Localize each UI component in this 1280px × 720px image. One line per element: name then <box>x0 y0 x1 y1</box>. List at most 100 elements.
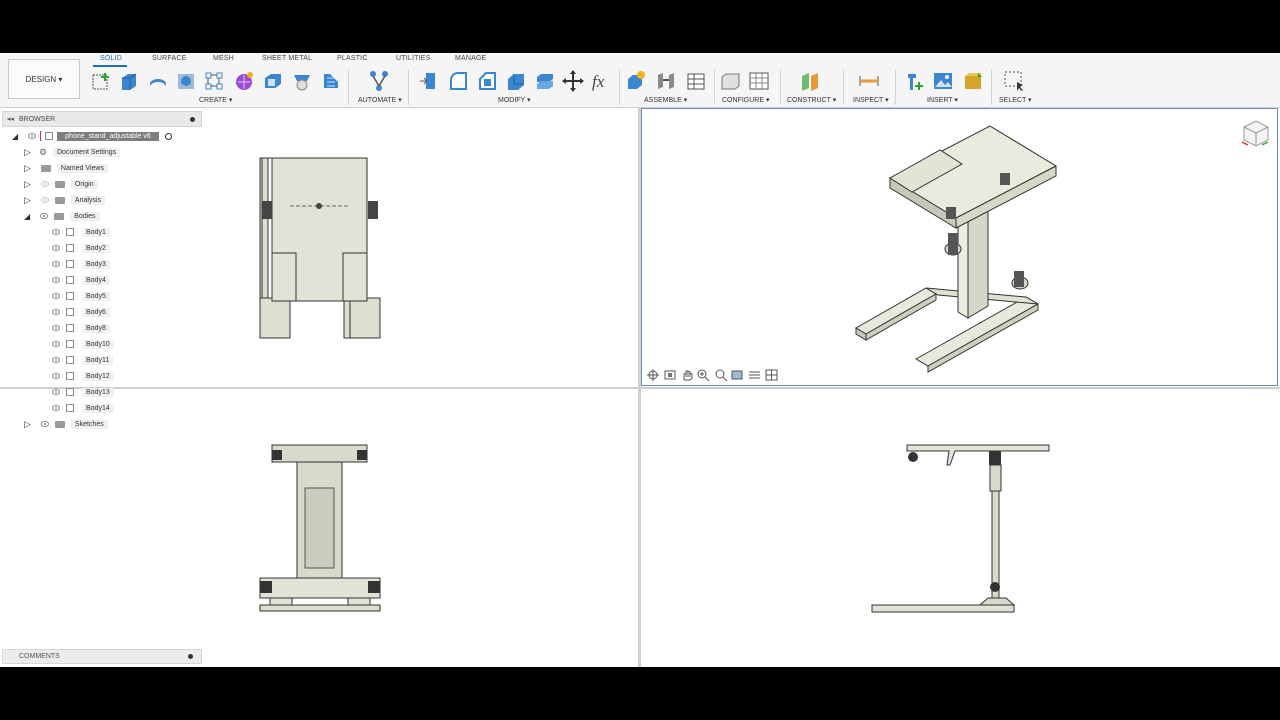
browser-item-analysis[interactable]: ▷ Analysis <box>24 193 105 207</box>
joint-icon[interactable] <box>655 70 677 92</box>
viewports-icon[interactable] <box>765 368 779 381</box>
tab-surface[interactable]: SURFACE <box>152 55 186 62</box>
browser-header[interactable]: ◂◂ BROWSER <box>2 111 202 127</box>
tab-plastic[interactable]: PLASTIC <box>337 55 368 62</box>
browser-item-origin[interactable]: ▷ Origin <box>24 177 98 191</box>
visibility-eye-icon[interactable] <box>52 293 60 299</box>
grid-settings-icon[interactable] <box>748 368 762 380</box>
extrude-icon[interactable] <box>118 70 140 92</box>
visibility-eye-icon[interactable] <box>52 261 60 267</box>
expand-triangle-icon[interactable]: ▷ <box>24 163 31 174</box>
viewport-front-view[interactable] <box>240 433 410 623</box>
visibility-eye-icon[interactable] <box>52 229 60 235</box>
viewcube-icon[interactable] <box>1240 118 1270 148</box>
visibility-eye-icon[interactable] <box>40 181 49 187</box>
expand-triangle-icon[interactable]: ▷ <box>24 419 31 430</box>
as-built-joint-icon[interactable] <box>684 70 706 92</box>
insert-group-label[interactable]: INSERT ▾ <box>927 96 958 104</box>
expand-triangle-icon[interactable]: ◢ <box>12 132 18 141</box>
expand-triangle-icon[interactable]: ▷ <box>24 179 31 190</box>
visibility-eye-icon[interactable] <box>52 341 60 347</box>
visibility-eye-icon[interactable] <box>52 277 60 283</box>
construct-group-label[interactable]: CONSTRUCT ▾ <box>787 96 836 104</box>
visibility-eye-icon[interactable] <box>52 357 60 363</box>
hole-icon[interactable] <box>175 70 197 92</box>
modify-group-label[interactable]: MODIFY ▾ <box>498 96 531 104</box>
fillet-modify-icon[interactable] <box>447 70 469 92</box>
activate-radio-icon[interactable] <box>164 132 172 140</box>
inspect-group-label[interactable]: INSPECT ▾ <box>853 96 889 104</box>
tab-utilities[interactable]: UTILITIES <box>396 55 430 62</box>
viewport-top-view[interactable] <box>240 143 410 343</box>
visibility-eye-icon[interactable] <box>52 373 60 379</box>
browser-item-bodies[interactable]: ◢ Bodies <box>24 209 100 223</box>
visibility-eye-icon[interactable] <box>40 421 49 427</box>
visibility-eye-icon[interactable] <box>40 197 49 203</box>
visibility-eye-icon[interactable] <box>52 245 60 251</box>
create-group-label[interactable]: CREATE ▾ <box>199 96 232 104</box>
insert-derive-icon[interactable] <box>904 70 926 92</box>
visibility-eye-icon[interactable] <box>52 309 60 315</box>
insert-mcmaster-icon[interactable] <box>962 70 984 92</box>
viewport-iso-view[interactable] <box>850 123 1070 383</box>
visibility-eye-icon[interactable] <box>52 325 60 331</box>
offset-plane-icon[interactable] <box>799 70 821 92</box>
tab-solid[interactable]: SOLID <box>100 55 122 62</box>
browser-item-named-views[interactable]: ▷ Named Views <box>24 161 108 175</box>
shell-modify-icon[interactable] <box>505 70 527 92</box>
assemble-group-label[interactable]: ASSEMBLE ▾ <box>644 96 687 104</box>
insert-canvas-icon[interactable] <box>932 70 954 92</box>
browser-item-document-settings[interactable]: ▷ ⚙ Document Settings <box>24 145 121 159</box>
select-icon[interactable] <box>1003 70 1025 92</box>
configure-table-icon[interactable] <box>748 70 770 92</box>
workspace-switcher[interactable]: DESIGN ▾ <box>8 59 80 99</box>
automate-group-label[interactable]: AUTOMATE ▾ <box>358 96 402 104</box>
revolve-icon[interactable] <box>147 70 169 92</box>
pattern-icon[interactable] <box>203 70 225 92</box>
orbit-icon[interactable] <box>646 368 660 381</box>
tab-manage[interactable]: MANAGE <box>455 55 487 62</box>
configure-group-label[interactable]: CONFIGURE ▾ <box>722 96 769 104</box>
tab-sheet-metal[interactable]: SHEET METAL <box>262 55 312 62</box>
browser-root-item[interactable]: ◢ phone_stand_adjustable v6 <box>12 129 172 143</box>
automate-icon[interactable] <box>368 70 390 92</box>
body-item[interactable]: Body12 <box>52 369 114 383</box>
visibility-eye-icon[interactable] <box>28 133 37 139</box>
zoom-icon[interactable] <box>697 368 711 382</box>
chamfer-icon[interactable] <box>476 70 498 92</box>
press-pull-modify-icon[interactable] <box>418 70 440 92</box>
new-component-icon[interactable] <box>625 70 647 92</box>
measure-icon[interactable] <box>858 70 880 92</box>
visibility-eye-icon[interactable] <box>40 213 49 219</box>
tab-mesh[interactable]: MESH <box>213 55 234 62</box>
body-item[interactable]: Body1 <box>52 225 110 239</box>
visibility-eye-icon[interactable] <box>52 389 60 395</box>
body-item[interactable]: Body11 <box>52 353 114 367</box>
comments-panel[interactable]: COMMENTS <box>2 649 202 664</box>
look-at-icon[interactable] <box>663 368 677 380</box>
browser-item-sketches[interactable]: ▷ Sketches <box>24 417 108 431</box>
fit-icon[interactable] <box>714 368 728 382</box>
visibility-eye-icon[interactable] <box>52 405 60 411</box>
body-item[interactable]: Body14 <box>52 401 114 415</box>
expand-triangle-icon[interactable]: ▷ <box>24 195 31 206</box>
move-icon[interactable] <box>562 70 584 92</box>
create-sketch-icon[interactable] <box>91 70 113 92</box>
viewport-side-view[interactable] <box>860 433 1060 623</box>
browser-pin-icon[interactable] <box>190 116 195 122</box>
body-item[interactable]: Body5 <box>52 289 110 303</box>
expand-triangle-icon[interactable]: ◢ <box>24 212 30 221</box>
body-item[interactable]: Body3 <box>52 257 110 271</box>
display-settings-icon[interactable] <box>731 368 745 380</box>
fillet-icon[interactable] <box>320 70 342 92</box>
parameters-icon[interactable]: fx <box>591 70 613 92</box>
shell-icon[interactable] <box>262 70 284 92</box>
press-pull-icon[interactable] <box>291 70 313 92</box>
body-item[interactable]: Body10 <box>52 337 114 351</box>
body-item[interactable]: Body8 <box>52 321 110 335</box>
combine-icon[interactable] <box>534 70 556 92</box>
select-group-label[interactable]: SELECT ▾ <box>999 96 1032 104</box>
pan-icon[interactable] <box>680 368 694 381</box>
body-item[interactable]: Body13 <box>52 385 114 399</box>
body-item[interactable]: Body2 <box>52 241 110 255</box>
